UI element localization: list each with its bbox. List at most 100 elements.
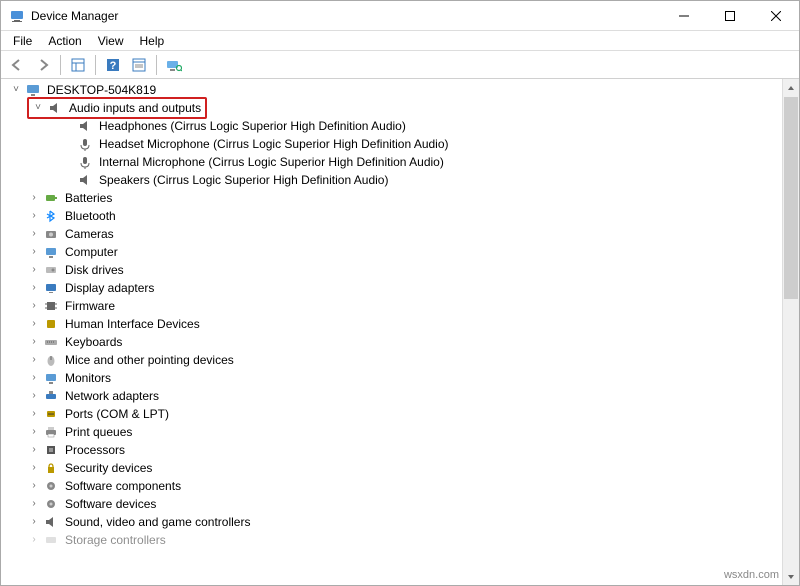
category-label: Print queues <box>63 423 134 441</box>
category-label: Security devices <box>63 459 154 477</box>
scan-hardware-button[interactable] <box>162 53 186 77</box>
device-item[interactable]: · Headset Microphone (Cirrus Logic Super… <box>5 135 782 153</box>
minimize-button[interactable] <box>661 1 707 30</box>
category-label: Sound, video and game controllers <box>63 513 252 531</box>
device-label: Headset Microphone (Cirrus Logic Superio… <box>97 135 451 153</box>
category-label: Human Interface Devices <box>63 315 202 333</box>
content-area: ˅ DESKTOP-504K819 ˅ Audio inputs and out… <box>1 79 799 585</box>
category-print-queues[interactable]: › Print queues <box>5 423 782 441</box>
expand-icon[interactable]: › <box>27 263 41 277</box>
category-label: Cameras <box>63 225 116 243</box>
category-mice[interactable]: › Mice and other pointing devices <box>5 351 782 369</box>
scrollbar-track[interactable] <box>783 300 799 568</box>
category-label: Disk drives <box>63 261 126 279</box>
expand-icon[interactable]: › <box>27 461 41 475</box>
category-security[interactable]: › Security devices <box>5 459 782 477</box>
expand-icon[interactable]: › <box>27 299 41 313</box>
gear-icon <box>43 478 59 494</box>
category-cameras[interactable]: › Cameras <box>5 225 782 243</box>
scroll-up-icon[interactable] <box>783 79 799 96</box>
scrollbar-thumb[interactable] <box>784 97 798 299</box>
expand-icon[interactable]: › <box>27 227 41 241</box>
expand-icon[interactable]: › <box>27 353 41 367</box>
menu-view[interactable]: View <box>90 32 132 50</box>
expand-icon[interactable]: › <box>27 245 41 259</box>
collapse-icon[interactable]: ˅ <box>31 101 45 115</box>
expand-icon[interactable]: › <box>27 407 41 421</box>
expand-icon[interactable]: › <box>27 335 41 349</box>
category-hid[interactable]: › Human Interface Devices <box>5 315 782 333</box>
menu-file[interactable]: File <box>5 32 40 50</box>
category-software-devices[interactable]: › Software devices <box>5 495 782 513</box>
expand-icon[interactable]: › <box>27 443 41 457</box>
close-button[interactable] <box>753 1 799 30</box>
show-hide-console-tree-button[interactable] <box>66 53 90 77</box>
mouse-icon <box>43 352 59 368</box>
menu-bar: File Action View Help <box>1 31 799 51</box>
collapse-icon[interactable]: ˅ <box>9 83 23 97</box>
expand-icon[interactable]: › <box>27 479 41 493</box>
device-tree[interactable]: ˅ DESKTOP-504K819 ˅ Audio inputs and out… <box>1 79 782 585</box>
monitor-icon <box>43 370 59 386</box>
printer-icon <box>43 424 59 440</box>
category-label: Ports (COM & LPT) <box>63 405 171 423</box>
scroll-down-icon[interactable] <box>783 568 799 585</box>
window-title: Device Manager <box>31 9 661 23</box>
menu-action[interactable]: Action <box>40 32 89 50</box>
expand-icon[interactable]: › <box>27 317 41 331</box>
vertical-scrollbar[interactable] <box>782 79 799 585</box>
properties-button[interactable] <box>127 53 151 77</box>
toolbar-separator <box>156 55 157 75</box>
category-batteries[interactable]: ›Batteries <box>5 189 782 207</box>
disk-icon <box>43 262 59 278</box>
hid-icon <box>43 316 59 332</box>
expand-icon[interactable]: › <box>27 371 41 385</box>
device-item[interactable]: · Internal Microphone (Cirrus Logic Supe… <box>5 153 782 171</box>
category-keyboards[interactable]: › Keyboards <box>5 333 782 351</box>
keyboard-icon <box>43 334 59 350</box>
category-storage-controllers[interactable]: › Storage controllers <box>5 531 782 549</box>
svg-text:?: ? <box>110 60 117 72</box>
category-label: Keyboards <box>63 333 124 351</box>
category-network[interactable]: ›Network adapters <box>5 387 782 405</box>
back-button[interactable] <box>5 53 29 77</box>
category-disk-drives[interactable]: › Disk drives <box>5 261 782 279</box>
category-ports[interactable]: › Ports (COM & LPT) <box>5 405 782 423</box>
help-button[interactable]: ? <box>101 53 125 77</box>
speaker-icon <box>47 100 63 116</box>
category-label: Mice and other pointing devices <box>63 351 236 369</box>
category-label: Audio inputs and outputs <box>67 99 203 117</box>
category-label: Storage controllers <box>63 531 168 549</box>
speaker-icon <box>77 172 93 188</box>
expand-icon[interactable]: › <box>27 191 41 205</box>
category-firmware[interactable]: ›Firmware <box>5 297 782 315</box>
expand-icon[interactable]: › <box>27 389 41 403</box>
category-label: Software devices <box>63 495 158 513</box>
category-software-components[interactable]: ›Software components <box>5 477 782 495</box>
expand-icon[interactable]: › <box>27 497 41 511</box>
device-item[interactable]: · Speakers (Cirrus Logic Superior High D… <box>5 171 782 189</box>
category-label: Processors <box>63 441 127 459</box>
maximize-button[interactable] <box>707 1 753 30</box>
category-bluetooth[interactable]: ›Bluetooth <box>5 207 782 225</box>
category-audio[interactable]: ˅ Audio inputs and outputs <box>5 99 782 117</box>
watermark-text: wsxdn.com <box>724 569 779 581</box>
category-computer[interactable]: ›Computer <box>5 243 782 261</box>
category-monitors[interactable]: › Monitors <box>5 369 782 387</box>
expand-icon[interactable]: › <box>27 533 41 547</box>
menu-help[interactable]: Help <box>132 32 173 50</box>
category-processors[interactable]: › Processors <box>5 441 782 459</box>
category-label: Monitors <box>63 369 113 387</box>
expand-icon[interactable]: › <box>27 209 41 223</box>
expand-icon[interactable]: › <box>27 281 41 295</box>
category-display-adapters[interactable]: ›Display adapters <box>5 279 782 297</box>
chip-icon <box>43 298 59 314</box>
device-label: Speakers (Cirrus Logic Superior High Def… <box>97 171 390 189</box>
device-item[interactable]: · Headphones (Cirrus Logic Superior High… <box>5 117 782 135</box>
category-sound-controllers[interactable]: › Sound, video and game controllers <box>5 513 782 531</box>
expand-icon[interactable]: › <box>27 515 41 529</box>
gear-icon <box>43 496 59 512</box>
microphone-icon <box>77 154 93 170</box>
expand-icon[interactable]: › <box>27 425 41 439</box>
forward-button[interactable] <box>31 53 55 77</box>
